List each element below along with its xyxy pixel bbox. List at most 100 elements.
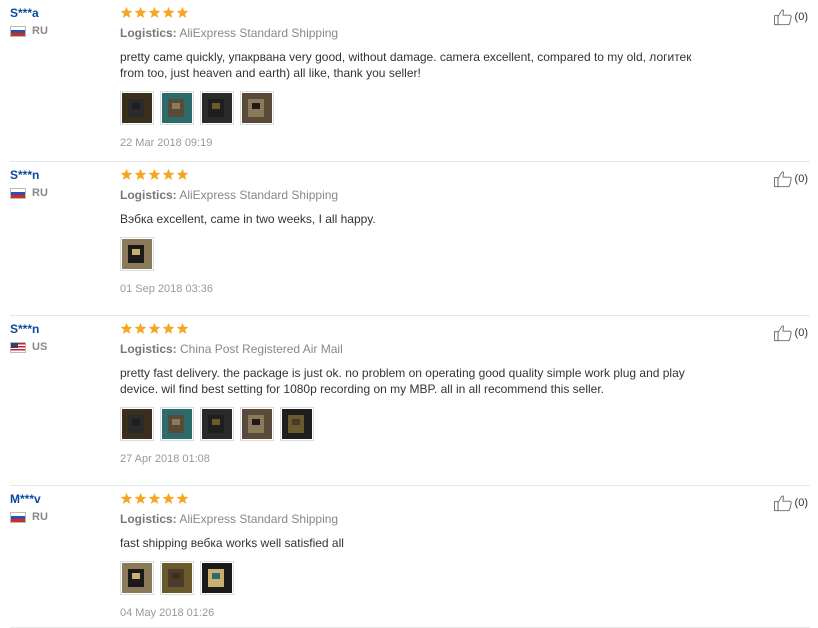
flag-icon [10, 341, 26, 353]
reviewer-country: RU [10, 25, 110, 37]
logistics-label: Logistics: [120, 512, 177, 526]
review-photo-thumbnail[interactable] [160, 91, 194, 125]
star-icon [148, 492, 161, 504]
review-text: pretty fast delivery. the package is jus… [120, 366, 685, 396]
country-code: US [32, 341, 48, 353]
review-photo [122, 409, 152, 439]
star-icon [120, 168, 133, 180]
logistics-info: Logistics: AliExpress Standard Shipping [120, 512, 700, 526]
logistics-value: AliExpress Standard Shipping [179, 188, 339, 202]
review-photos [120, 407, 700, 441]
review-body: Logistics: AliExpress Standard Shipping … [120, 492, 700, 619]
country-code: RU [32, 187, 48, 199]
reviewer-name[interactable]: S***n [10, 168, 110, 182]
star-icon [120, 6, 133, 18]
star-icon [134, 6, 147, 18]
thumbs-up-icon [773, 495, 792, 512]
review-photo-thumbnail[interactable] [200, 407, 234, 441]
review-body: Logistics: AliExpress Standard Shipping … [120, 168, 700, 295]
helpful-count: (0) [794, 173, 808, 185]
star-icon [148, 6, 161, 18]
logistics-value: China Post Registered Air Mail [180, 342, 343, 356]
thumbs-up-icon [773, 171, 792, 188]
review-photo [242, 409, 272, 439]
star-icon [134, 492, 147, 504]
star-rating [120, 322, 700, 336]
flag-icon [10, 187, 26, 199]
star-icon [120, 322, 133, 334]
star-rating [120, 492, 700, 506]
review-photo [162, 563, 192, 593]
thumbs-up-icon [773, 325, 792, 342]
review-photo-thumbnail[interactable] [200, 561, 234, 595]
review-photo-thumbnail[interactable] [240, 91, 274, 125]
helpful-button[interactable]: (0) [773, 494, 808, 512]
helpful-count: (0) [794, 497, 808, 509]
review-photo [122, 563, 152, 593]
review-date: 27 Apr 2018 01:08 [120, 453, 210, 465]
logistics-info: Logistics: AliExpress Standard Shipping [120, 26, 700, 40]
helpful-button[interactable]: (0) [773, 8, 808, 26]
reviewer-country: RU [10, 187, 110, 199]
review-photo-thumbnail[interactable] [120, 407, 154, 441]
reviewer-name[interactable]: M***v [10, 492, 110, 506]
reviewer-name[interactable]: S***a [10, 6, 110, 20]
star-icon [176, 492, 189, 504]
star-icon [162, 322, 175, 334]
review-photo-thumbnail[interactable] [280, 407, 314, 441]
review-body: Logistics: AliExpress Standard Shipping … [120, 6, 700, 149]
star-icon [176, 322, 189, 334]
review-item: S***n US Logistics: China Post Registere… [10, 316, 810, 486]
reviewer-info: S***a RU [10, 6, 110, 37]
review-photo-thumbnail[interactable] [120, 237, 154, 271]
review-photos [120, 91, 700, 125]
review-photo [282, 409, 312, 439]
review-photo-thumbnail[interactable] [120, 91, 154, 125]
logistics-value: AliExpress Standard Shipping [179, 512, 339, 526]
star-rating [120, 168, 700, 182]
review-photo [122, 239, 152, 269]
reviewer-country: RU [10, 511, 110, 523]
review-photo [162, 409, 192, 439]
star-rating [120, 6, 700, 20]
star-icon [148, 322, 161, 334]
reviewer-country: US [10, 341, 110, 353]
review-item: M***v RU Logistics: AliExpress Standard … [10, 486, 810, 628]
review-text: Вэбка excellent, came in two weeks, I al… [120, 212, 376, 226]
review-photo [162, 93, 192, 123]
flag-icon [10, 25, 26, 37]
review-photo-thumbnail[interactable] [160, 561, 194, 595]
reviewer-info: S***n US [10, 322, 110, 353]
star-icon [134, 322, 147, 334]
thumbs-up-icon [773, 9, 792, 26]
flag-icon [10, 511, 26, 523]
review-photo-thumbnail[interactable] [160, 407, 194, 441]
review-item: S***n RU Logistics: AliExpress Standard … [10, 162, 810, 316]
country-code: RU [32, 511, 48, 523]
star-icon [148, 168, 161, 180]
review-item: S***a RU Logistics: AliExpress Standard … [10, 0, 810, 162]
review-list: S***a RU Logistics: AliExpress Standard … [0, 0, 818, 628]
review-photos [120, 561, 700, 595]
review-date: 22 Mar 2018 09:19 [120, 137, 213, 149]
helpful-button[interactable]: (0) [773, 170, 808, 188]
review-photo [122, 93, 152, 123]
review-date: 04 May 2018 01:26 [120, 607, 215, 619]
logistics-info: Logistics: China Post Registered Air Mai… [120, 342, 700, 356]
review-photo-thumbnail[interactable] [200, 91, 234, 125]
review-photo-thumbnail[interactable] [120, 561, 154, 595]
review-body: Logistics: China Post Registered Air Mai… [120, 322, 700, 465]
star-icon [176, 6, 189, 18]
reviewer-name[interactable]: S***n [10, 322, 110, 336]
logistics-label: Logistics: [120, 26, 177, 40]
helpful-count: (0) [794, 327, 808, 339]
helpful-button[interactable]: (0) [773, 324, 808, 342]
review-photo [202, 563, 232, 593]
review-photo [202, 409, 232, 439]
helpful-count: (0) [794, 11, 808, 23]
review-photo [202, 93, 232, 123]
review-photo-thumbnail[interactable] [240, 407, 274, 441]
star-icon [162, 6, 175, 18]
review-photo [242, 93, 272, 123]
star-icon [120, 492, 133, 504]
